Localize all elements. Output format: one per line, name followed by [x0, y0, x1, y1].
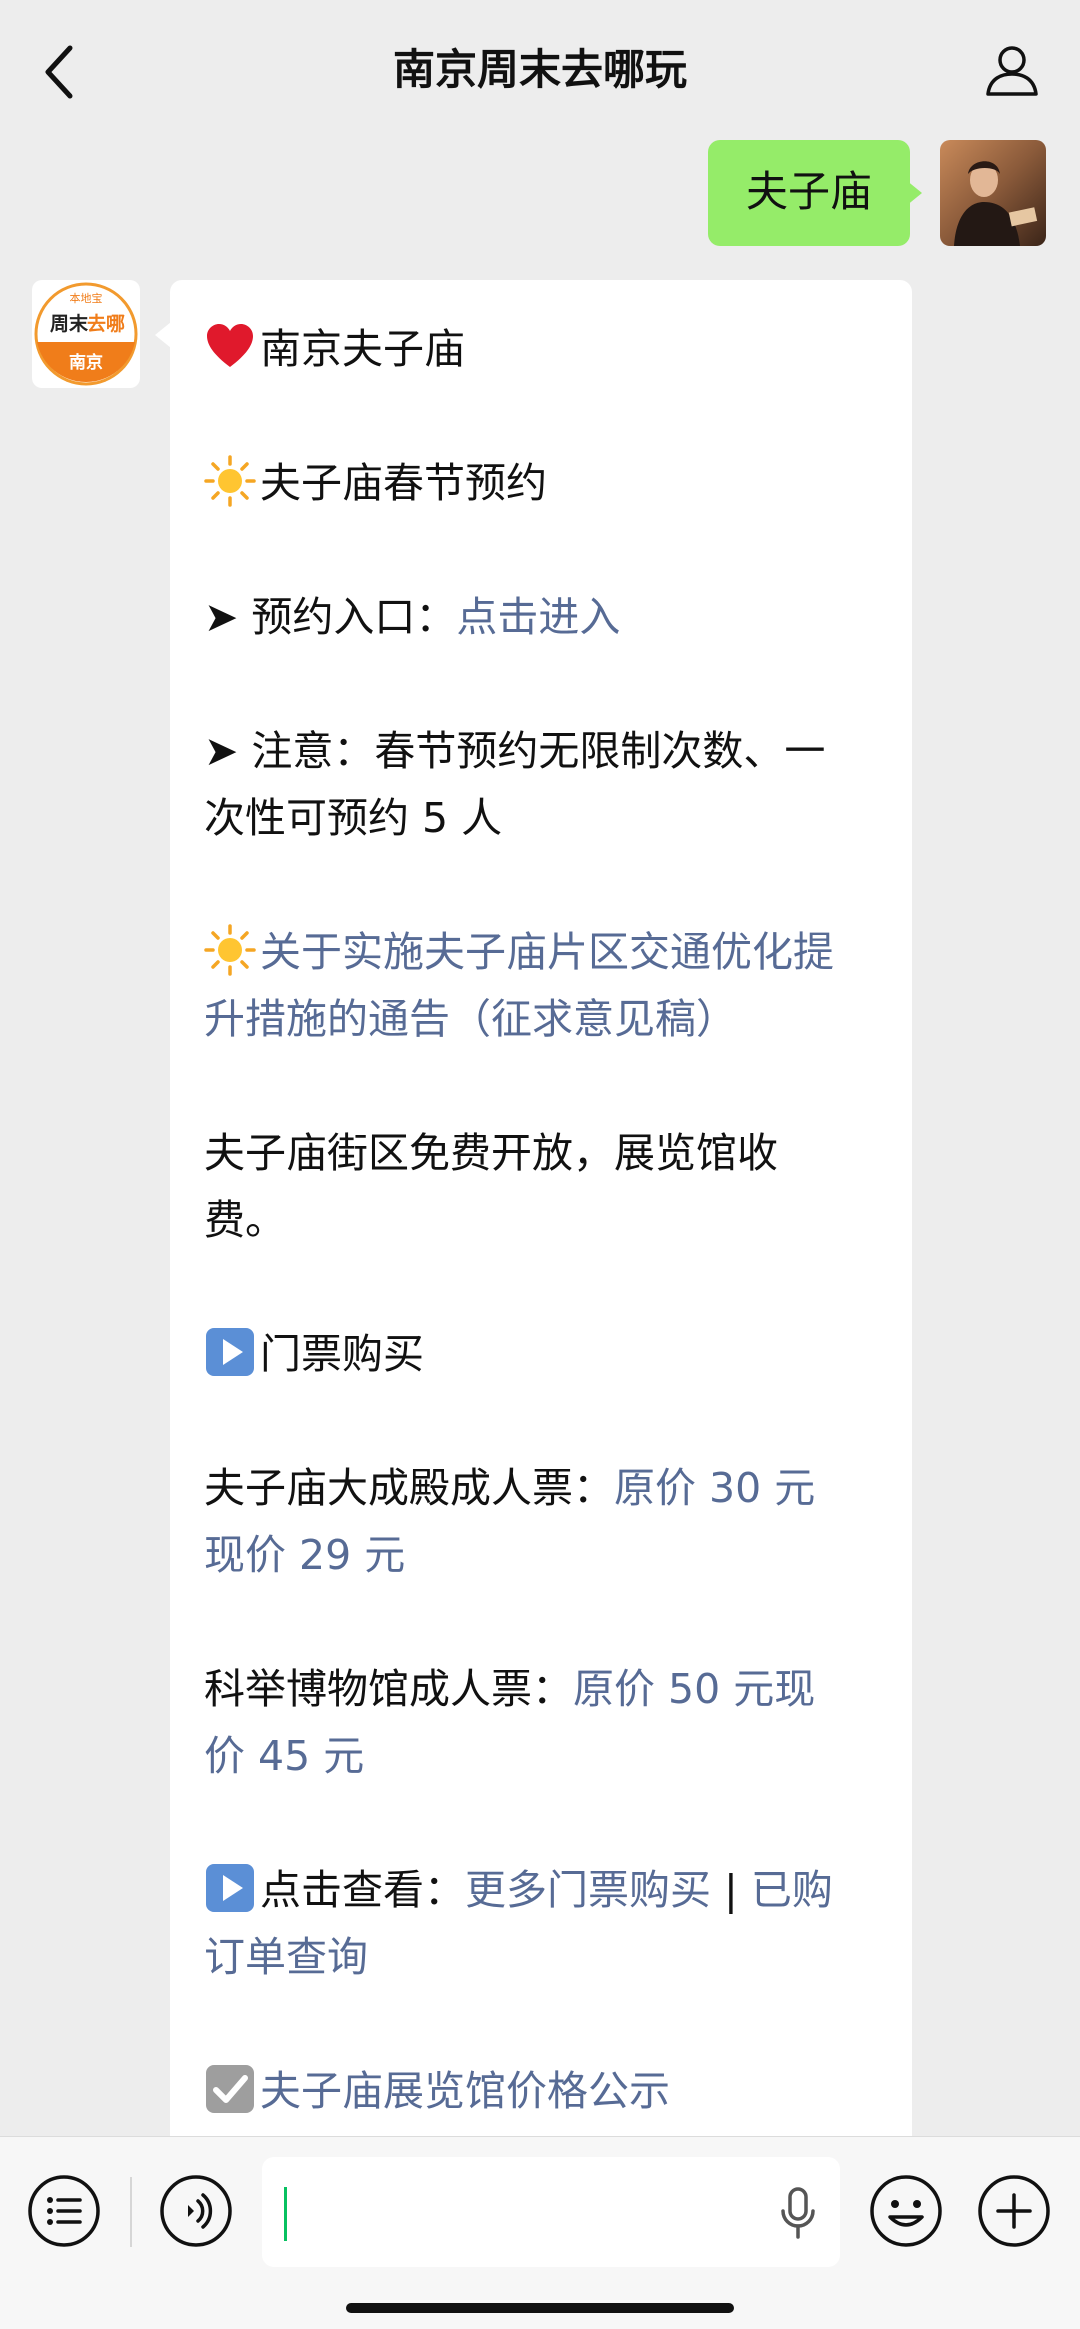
- official-account-logo: 本地宝 周末 去哪 南京: [34, 282, 138, 386]
- input-toolbar: [0, 2136, 1080, 2329]
- exhibition-price-notice: 夫子庙展览馆价格公示: [204, 2058, 884, 2125]
- play-button-icon: [206, 1864, 254, 1912]
- sun-icon: [204, 455, 256, 507]
- play-button-icon: [206, 1328, 254, 1376]
- reservation-note: ➤ 注意：春节预约无限制次数、一 次性可预约 5 人: [204, 727, 826, 842]
- message-input[interactable]: [262, 2157, 840, 2267]
- heart-icon: [207, 324, 253, 367]
- avatar-photo: [940, 140, 1046, 246]
- chat-title: 南京周末去哪玩: [392, 45, 687, 94]
- outgoing-message-text: 夫子庙: [745, 167, 872, 216]
- view-more-row: 点击查看：更多门票购买 | 已购 订单查询: [204, 1857, 884, 1991]
- emoji-icon[interactable]: [868, 2173, 944, 2249]
- microphone-icon[interactable]: [778, 2183, 818, 2243]
- top-nav-bar: 南京周末去哪玩: [0, 0, 1080, 140]
- traffic-notice: 关于实施夫子庙片区交通优化提 升措施的通告（征求意见稿）: [204, 919, 884, 1053]
- spring-reservation-heading: 夫子庙春节预约: [204, 450, 884, 517]
- home-indicator[interactable]: [346, 2303, 734, 2313]
- sun-icon: [204, 924, 256, 976]
- menu-list-icon[interactable]: [26, 2173, 102, 2249]
- traffic-notice-link[interactable]: 关于实施夫子庙片区交通优化提 升措施的通告（征求意见稿）: [204, 928, 834, 1043]
- reservation-link[interactable]: 点击进入: [456, 593, 620, 641]
- incoming-bubble-tail: [155, 322, 171, 348]
- incoming-message-bubble: 南京夫子庙 夫子庙春节预约 ➤ 预约入口：点击进入 ➤ 注意：春节预约无限制次数…: [170, 280, 912, 2160]
- more-tickets-link[interactable]: 更多门票购买: [465, 1866, 711, 1914]
- logo-text-b: 去哪: [87, 312, 125, 335]
- checkbox-checked-icon: [206, 2065, 254, 2113]
- logo-text-a: 周末: [50, 312, 89, 335]
- logo-text-top: 本地宝: [70, 291, 103, 305]
- my-avatar[interactable]: [940, 140, 1046, 246]
- keju-museum-ticket: 科举博物馆成人票：原价 50 元现 价 45 元: [204, 1665, 816, 1780]
- text-cursor: [284, 2187, 287, 2241]
- admission-info: 夫子庙街区免费开放，展览馆收 费。: [204, 1129, 778, 1244]
- reservation-entry: ➤ 预约入口：点击进入: [204, 593, 621, 641]
- add-more-icon[interactable]: [976, 2173, 1052, 2249]
- ticket-purchase-heading: 门票购买: [204, 1321, 884, 1388]
- outgoing-message-bubble[interactable]: 夫子庙: [708, 140, 910, 246]
- dacheng-hall-ticket: 夫子庙大成殿成人票：原价 30 元 现价 29 元: [204, 1464, 816, 1579]
- outgoing-bubble-tail: [906, 180, 922, 206]
- message-heading: 南京夫子庙: [204, 316, 884, 383]
- official-account-avatar[interactable]: 本地宝 周末 去哪 南京: [32, 280, 140, 388]
- logo-text-city: 南京: [69, 352, 103, 373]
- toolbar-divider: [130, 2177, 132, 2247]
- exhibition-price-link[interactable]: 夫子庙展览馆价格公示: [260, 2067, 670, 2115]
- chat-area[interactable]: 夫子庙 本地宝 周末 去哪 南京 南京夫子庙 夫子庙春节预约 ➤ 预约入口：点击…: [0, 140, 1080, 2160]
- user-profile-icon[interactable]: [982, 40, 1042, 100]
- voice-input-icon[interactable]: [158, 2173, 234, 2249]
